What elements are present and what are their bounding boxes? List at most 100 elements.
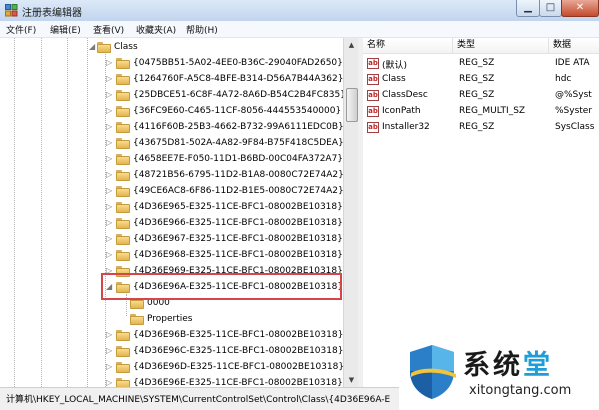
- expand-arrow-icon[interactable]: ▷: [106, 138, 112, 147]
- expand-arrow-icon[interactable]: ▷: [106, 218, 112, 227]
- string-value-icon: ab: [367, 58, 379, 69]
- value-row[interactable]: ab ClassDesc REG_SZ @%Syst: [363, 88, 599, 104]
- watermark-site-name: 系统堂: [463, 350, 553, 381]
- tree-node[interactable]: ▷ {4658EE7E-F050-11D1-B6BD-00C04FA372A7}: [0, 152, 343, 168]
- tree-node-label: {36FC9E60-C465-11CF-8056-444553540000}: [133, 106, 342, 116]
- expand-arrow-icon[interactable]: ▷: [106, 154, 112, 163]
- menu-view[interactable]: 查看(V): [93, 23, 124, 36]
- expand-arrow-icon[interactable]: ▷: [106, 330, 112, 339]
- value-name: (默认): [382, 61, 408, 71]
- minimize-icon: ▁: [524, 2, 532, 13]
- tree-node[interactable]: Properties: [0, 312, 343, 328]
- tree-node[interactable]: ▷ {1264760F-A5C8-4BFE-B314-D56A7B44A362}: [0, 72, 343, 88]
- close-button[interactable]: ✕: [561, 0, 599, 17]
- tree-node[interactable]: ◢ Class: [0, 40, 343, 56]
- tree-node-label: {49CE6AC8-6F86-11D2-B1E5-0080C72E74A2}: [133, 186, 343, 196]
- site-watermark: 系统堂 xitongtang.com: [399, 335, 599, 410]
- title-bar[interactable]: 注册表编辑器 ▁ □ ✕: [0, 0, 599, 22]
- value-row[interactable]: ab Class REG_SZ hdc: [363, 72, 599, 88]
- tree-node[interactable]: ▷ {4D36E96C-E325-11CE-BFC1-08002BE10318}: [0, 344, 343, 360]
- maximize-icon: □: [545, 2, 556, 13]
- string-value-icon: ab: [367, 106, 379, 117]
- expand-arrow-icon[interactable]: ▷: [106, 170, 112, 179]
- column-header-data[interactable]: 数据: [549, 38, 599, 54]
- tree-node-label: {0475BB51-5A02-4EE0-B36C-29040FAD2650}: [133, 58, 343, 68]
- expand-arrow-icon[interactable]: ▷: [106, 234, 112, 243]
- folder-icon: [116, 218, 130, 229]
- expand-arrow-icon[interactable]: ▷: [106, 362, 112, 371]
- tree-node[interactable]: ▷ {4D36E967-E325-11CE-BFC1-08002BE10318}: [0, 232, 343, 248]
- tree-node[interactable]: ▷ {4D36E968-E325-11CE-BFC1-08002BE10318}: [0, 248, 343, 264]
- scroll-down-arrow-icon[interactable]: ▼: [344, 373, 359, 387]
- folder-icon: [116, 170, 130, 181]
- folder-icon: [116, 202, 130, 213]
- value-data: @%Syst: [555, 90, 592, 100]
- expand-arrow-icon[interactable]: ▷: [106, 186, 112, 195]
- folder-icon: [116, 58, 130, 69]
- tree-node-label: {4D36E96C-E325-11CE-BFC1-08002BE10318}: [133, 346, 343, 356]
- tree-node[interactable]: ▷ {4D36E96D-E325-11CE-BFC1-08002BE10318}: [0, 360, 343, 376]
- tree-node[interactable]: ▷ {0475BB51-5A02-4EE0-B36C-29040FAD2650}: [0, 56, 343, 72]
- tree-node[interactable]: ▷ {4D36E966-E325-11CE-BFC1-08002BE10318}: [0, 216, 343, 232]
- close-icon: ✕: [575, 2, 585, 13]
- tree-node[interactable]: ▷ {36FC9E60-C465-11CF-8056-444553540000}: [0, 104, 343, 120]
- watermark-url: xitongtang.com: [469, 383, 572, 398]
- folder-icon: [116, 122, 130, 133]
- tree-node[interactable]: ▷ {48721B56-6795-11D2-B1A8-0080C72E74A2}: [0, 168, 343, 184]
- tree-node-label: {4116F60B-25B3-4662-B732-99A6111EDC0B}: [133, 122, 343, 132]
- value-type: REG_SZ: [459, 74, 495, 84]
- maximize-button[interactable]: □: [539, 0, 562, 17]
- folder-icon: [116, 378, 130, 387]
- folder-icon: [116, 74, 130, 85]
- value-row[interactable]: ab Installer32 REG_SZ SysClass: [363, 120, 599, 136]
- tree-node[interactable]: ▷ {4D36E965-E325-11CE-BFC1-08002BE10318}: [0, 200, 343, 216]
- expand-arrow-icon[interactable]: ▷: [106, 250, 112, 259]
- value-name: ClassDesc: [382, 90, 428, 100]
- tree-node-label: {4D36E96B-E325-11CE-BFC1-08002BE10318}: [133, 330, 343, 340]
- value-data: IDE ATA: [555, 58, 590, 68]
- tree-node[interactable]: ▷ {49CE6AC8-6F86-11D2-B1E5-0080C72E74A2}: [0, 184, 343, 200]
- value-data: %Syster: [555, 106, 593, 116]
- tree-node-label: {4D36E965-E325-11CE-BFC1-08002BE10318}: [133, 202, 343, 212]
- expand-arrow-icon[interactable]: ▷: [106, 122, 112, 131]
- tree-node[interactable]: ▷ {4116F60B-25B3-4662-B732-99A6111EDC0B}: [0, 120, 343, 136]
- window-title: 注册表编辑器: [22, 8, 82, 19]
- string-value-icon: ab: [367, 74, 379, 85]
- column-header-name[interactable]: 名称: [363, 38, 453, 54]
- value-name: IconPath: [382, 106, 421, 116]
- expand-arrow-icon[interactable]: ▷: [106, 106, 112, 115]
- expand-arrow-icon[interactable]: ▷: [106, 90, 112, 99]
- folder-icon: [97, 42, 111, 53]
- menu-edit[interactable]: 编辑(E): [50, 23, 81, 36]
- tree-node[interactable]: ▷ {4D36E96E-E325-11CE-BFC1-08002BE10318}: [0, 376, 343, 387]
- scroll-thumb[interactable]: [346, 88, 358, 122]
- registry-key-tree[interactable]: ◢ Class ▷ {0475BB51-5A02-4EE0-B36C-29040FAD…: [0, 38, 343, 387]
- expand-arrow-icon[interactable]: ▷: [106, 346, 112, 355]
- folder-icon: [116, 90, 130, 101]
- value-row[interactable]: ab IconPath REG_MULTI_SZ %Syster: [363, 104, 599, 120]
- tree-vertical-scrollbar[interactable]: ▲ ▼: [343, 38, 359, 387]
- tree-node-label: {25DBCE51-6C8F-4A72-8A6D-B54C2B4FC835}: [133, 90, 343, 100]
- folder-icon: [116, 234, 130, 245]
- menu-help[interactable]: 帮助(H): [186, 23, 218, 36]
- column-header-type[interactable]: 类型: [453, 38, 549, 54]
- tree-node[interactable]: ▷ {25DBCE51-6C8F-4A72-8A6D-B54C2B4FC835}: [0, 88, 343, 104]
- registry-editor-window: 注册表编辑器 ▁ □ ✕ 文件(F) 编辑(E) 查看(V) 收藏夹(A) 帮助…: [0, 0, 599, 410]
- tree-node-label: {48721B56-6795-11D2-B1A8-0080C72E74A2}: [133, 170, 343, 180]
- collapse-arrow-icon[interactable]: ◢: [89, 42, 95, 51]
- tree-node-label: Properties: [147, 314, 193, 324]
- tree-node-label: {4D36E96D-E325-11CE-BFC1-08002BE10318}: [133, 362, 343, 372]
- menu-file[interactable]: 文件(F): [6, 23, 36, 36]
- minimize-button[interactable]: ▁: [516, 0, 540, 17]
- menu-favorites[interactable]: 收藏夹(A): [136, 23, 176, 36]
- tree-node[interactable]: ▷ {4D36E96B-E325-11CE-BFC1-08002BE10318}: [0, 328, 343, 344]
- expand-arrow-icon[interactable]: ▷: [106, 74, 112, 83]
- string-value-icon: ab: [367, 90, 379, 101]
- value-row[interactable]: ab (默认) REG_SZ IDE ATA: [363, 56, 599, 72]
- tree-node[interactable]: ▷ {43675D81-502A-4A82-9F84-B75F418C5DEA}: [0, 136, 343, 152]
- expand-arrow-icon[interactable]: ▷: [106, 58, 112, 67]
- tree-node-label: Class: [114, 42, 138, 52]
- scroll-up-arrow-icon[interactable]: ▲: [344, 38, 359, 52]
- expand-arrow-icon[interactable]: ▷: [106, 202, 112, 211]
- expand-arrow-icon[interactable]: ▷: [106, 378, 112, 387]
